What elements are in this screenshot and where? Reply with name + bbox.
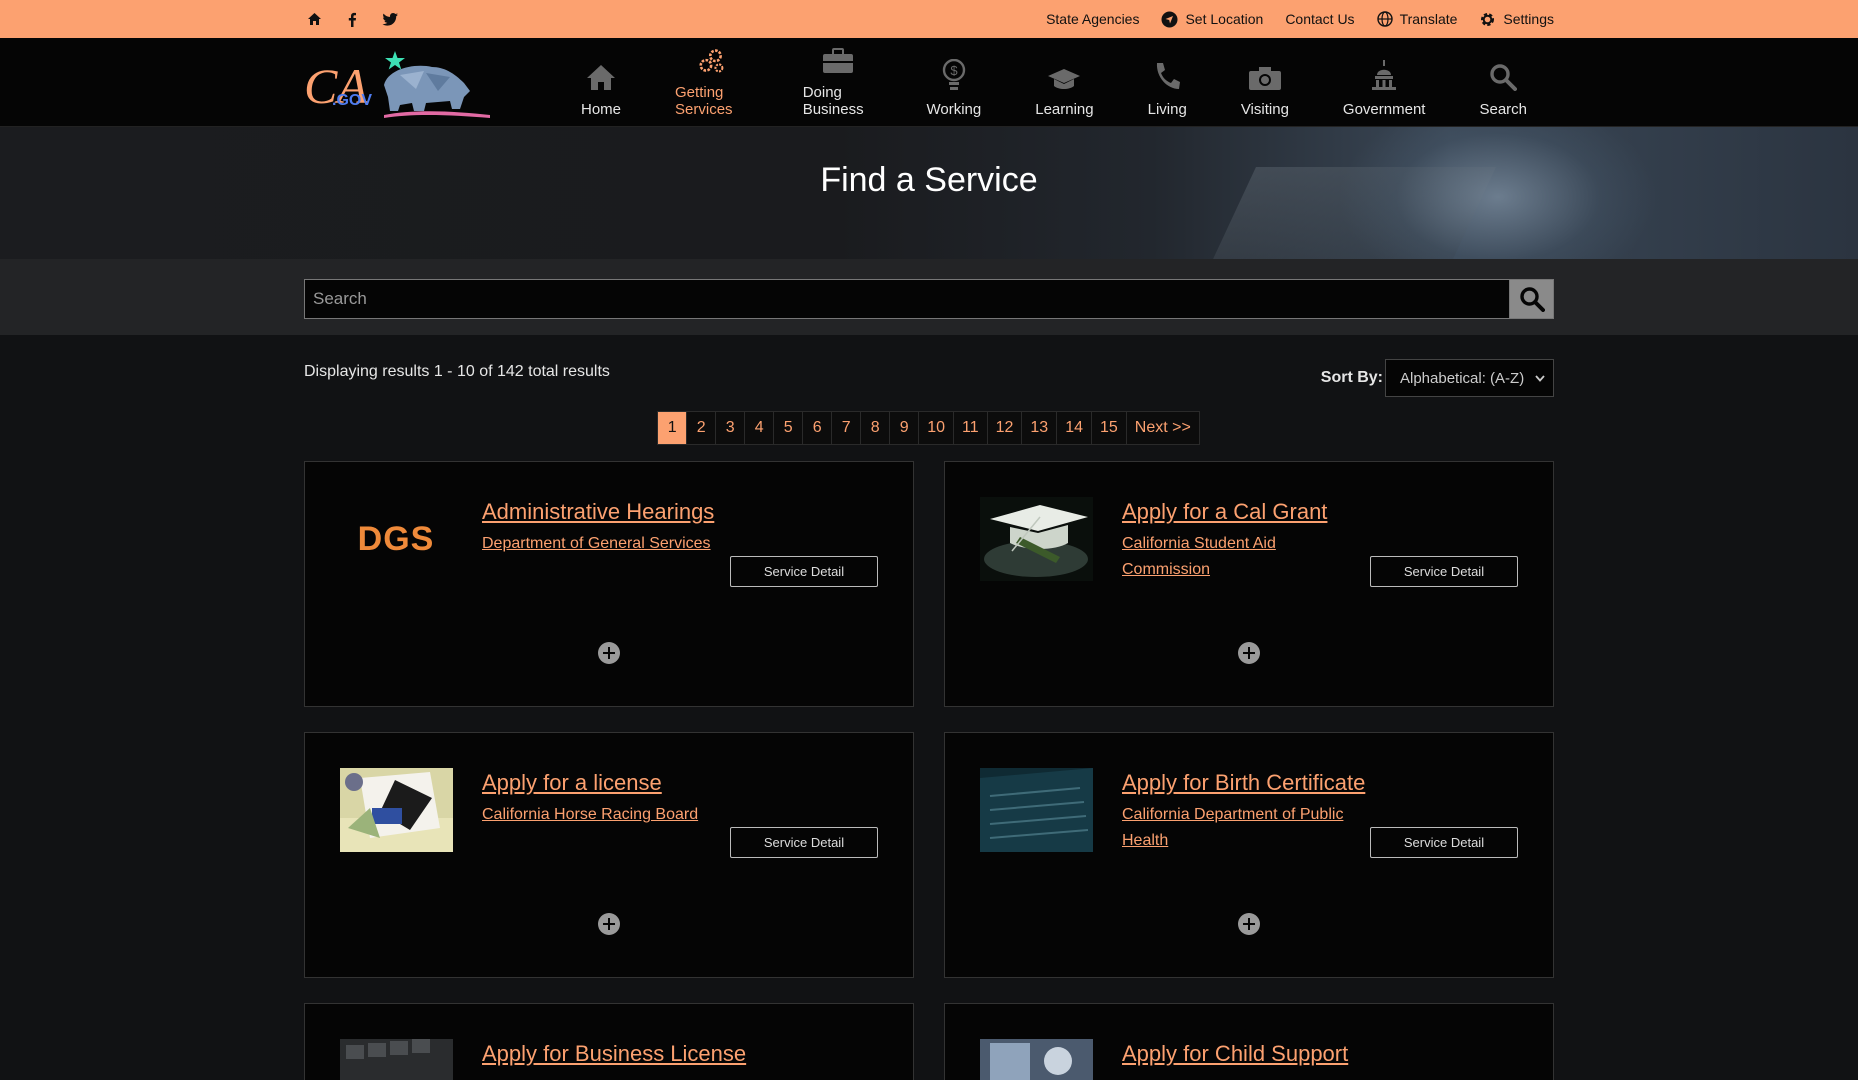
results-section: Displaying results 1 - 10 of 142 total r… (304, 359, 1554, 1080)
agency-link[interactable]: Department of General Services (482, 531, 712, 557)
translate-link[interactable]: Translate (1376, 11, 1457, 27)
expand-plus-icon[interactable] (1238, 642, 1260, 664)
nav-search[interactable]: Search (1452, 48, 1554, 118)
page-link-1[interactable]: 1 (657, 411, 688, 445)
set-location-link[interactable]: Set Location (1161, 11, 1263, 28)
page-link-12[interactable]: 12 (986, 411, 1023, 445)
service-title-link[interactable]: Apply for Business License (482, 1041, 746, 1067)
page-link-5[interactable]: 5 (773, 411, 804, 445)
page-link-9[interactable]: 9 (889, 411, 920, 445)
service-card: Apply for Child Support (944, 1003, 1554, 1080)
page-link-4[interactable]: 4 (744, 411, 775, 445)
capitol-icon (1372, 59, 1397, 90)
site-header: CA .GOV Home Getting Services Doing Busi… (0, 38, 1858, 127)
page-link-7[interactable]: 7 (831, 411, 862, 445)
phone-icon (1157, 62, 1181, 89)
page-link-2[interactable]: 2 (686, 411, 717, 445)
service-card: Apply for Business License (304, 1003, 914, 1080)
search-icon (1490, 63, 1518, 91)
search-button[interactable] (1509, 279, 1554, 319)
main-nav: Home Getting Services Doing Business $ W… (554, 47, 1554, 118)
gears-icon (699, 48, 724, 72)
service-title-link[interactable]: Apply for Birth Certificate (1122, 770, 1365, 796)
utility-bar: State Agencies Set Location Contact Us T… (0, 0, 1858, 38)
service-title-link[interactable]: Administrative Hearings (482, 499, 714, 525)
results-count: Displaying results 1 - 10 of 142 total r… (304, 363, 610, 380)
expand-plus-icon[interactable] (1238, 913, 1260, 935)
nav-doing-business[interactable]: Doing Business (776, 47, 900, 118)
next-page-link[interactable]: Next >> (1125, 411, 1200, 445)
twitter-icon[interactable] (380, 9, 400, 29)
settings-link[interactable]: Settings (1479, 11, 1554, 28)
agency-link[interactable]: California Student Aid Commission (1122, 531, 1352, 583)
social-links (304, 9, 400, 29)
page-link-3[interactable]: 3 (715, 411, 746, 445)
expand-plus-icon[interactable] (598, 642, 620, 664)
service-detail-button[interactable]: Service Detail (1370, 827, 1518, 858)
service-card: Apply for a Cal Grant California Student… (944, 461, 1554, 707)
home-icon (587, 64, 615, 90)
graduation-cap-icon (1048, 68, 1081, 89)
service-cards: DGS Administrative Hearings Department o… (304, 461, 1554, 1080)
nav-learning[interactable]: Learning (1008, 48, 1120, 118)
page-link-15[interactable]: 15 (1090, 411, 1127, 445)
state-agencies-link[interactable]: State Agencies (1046, 11, 1139, 27)
service-detail-button[interactable]: Service Detail (730, 556, 878, 587)
nav-getting-services[interactable]: Getting Services (648, 48, 776, 118)
expand-plus-icon[interactable] (598, 913, 620, 935)
home-icon[interactable] (304, 9, 324, 29)
globe-icon (1376, 11, 1393, 27)
license-photo (340, 768, 453, 852)
svg-text:$: $ (950, 63, 958, 78)
nav-living[interactable]: Living (1121, 48, 1214, 118)
facebook-icon[interactable] (342, 9, 362, 29)
page-link-10[interactable]: 10 (918, 411, 954, 445)
agency-logo-dgs: DGS (340, 497, 453, 581)
page-link-14[interactable]: 14 (1056, 411, 1092, 445)
svg-text:DGS: DGS (358, 520, 435, 558)
ca-gov-logo[interactable]: CA .GOV (304, 45, 494, 120)
birth-certificate-photo (980, 768, 1093, 852)
child-support-photo (980, 1039, 1093, 1080)
nav-government[interactable]: Government (1316, 48, 1453, 118)
page-link-8[interactable]: 8 (860, 411, 891, 445)
location-icon (1161, 11, 1178, 28)
page-link-11[interactable]: 11 (952, 411, 988, 445)
camera-icon (1248, 66, 1281, 90)
service-title-link[interactable]: Apply for Child Support (1122, 1041, 1352, 1067)
service-card: DGS Administrative Hearings Department o… (304, 461, 914, 707)
graduation-cap-photo (980, 497, 1093, 581)
agency-link[interactable]: California Horse Racing Board (482, 802, 712, 828)
svg-text:.GOV: .GOV (332, 92, 372, 109)
service-detail-button[interactable]: Service Detail (730, 827, 878, 858)
pagination: 1 2 3 4 5 6 7 8 9 10 11 12 13 14 15 Next… (304, 411, 1554, 445)
page-title: Find a Service (820, 161, 1038, 199)
nav-visiting[interactable]: Visiting (1214, 48, 1316, 118)
service-detail-button[interactable]: Service Detail (1370, 556, 1518, 587)
contact-us-link[interactable]: Contact Us (1285, 11, 1354, 27)
sort-select[interactable]: Alphabetical: (A-Z) (1385, 359, 1554, 397)
utility-links: State Agencies Set Location Contact Us T… (1046, 11, 1554, 28)
chevron-down-icon (1535, 374, 1545, 382)
gear-icon (1479, 11, 1496, 28)
service-title-link[interactable]: Apply for a Cal Grant (1122, 499, 1352, 525)
service-card: Apply for a license California Horse Rac… (304, 732, 914, 978)
keyboard-photo (340, 1039, 453, 1080)
sort-control: Sort By: Alphabetical: (A-Z) (1321, 359, 1554, 397)
page-link-6[interactable]: 6 (802, 411, 833, 445)
sort-label: Sort By: (1320, 369, 1383, 386)
lightbulb-icon: $ (942, 58, 966, 90)
search-input[interactable] (304, 279, 1509, 319)
hero-banner: Find a Service (0, 127, 1858, 259)
service-title-link[interactable]: Apply for a license (482, 770, 712, 796)
search-bar (0, 259, 1858, 335)
service-card: Apply for Birth Certificate California D… (944, 732, 1554, 978)
nav-working[interactable]: $ Working (899, 48, 1008, 118)
agency-link[interactable]: California Department of Public Health (1122, 802, 1352, 854)
nav-home[interactable]: Home (554, 48, 648, 118)
page-link-13[interactable]: 13 (1021, 411, 1058, 445)
search-icon (1519, 287, 1545, 312)
briefcase-icon (822, 47, 853, 73)
